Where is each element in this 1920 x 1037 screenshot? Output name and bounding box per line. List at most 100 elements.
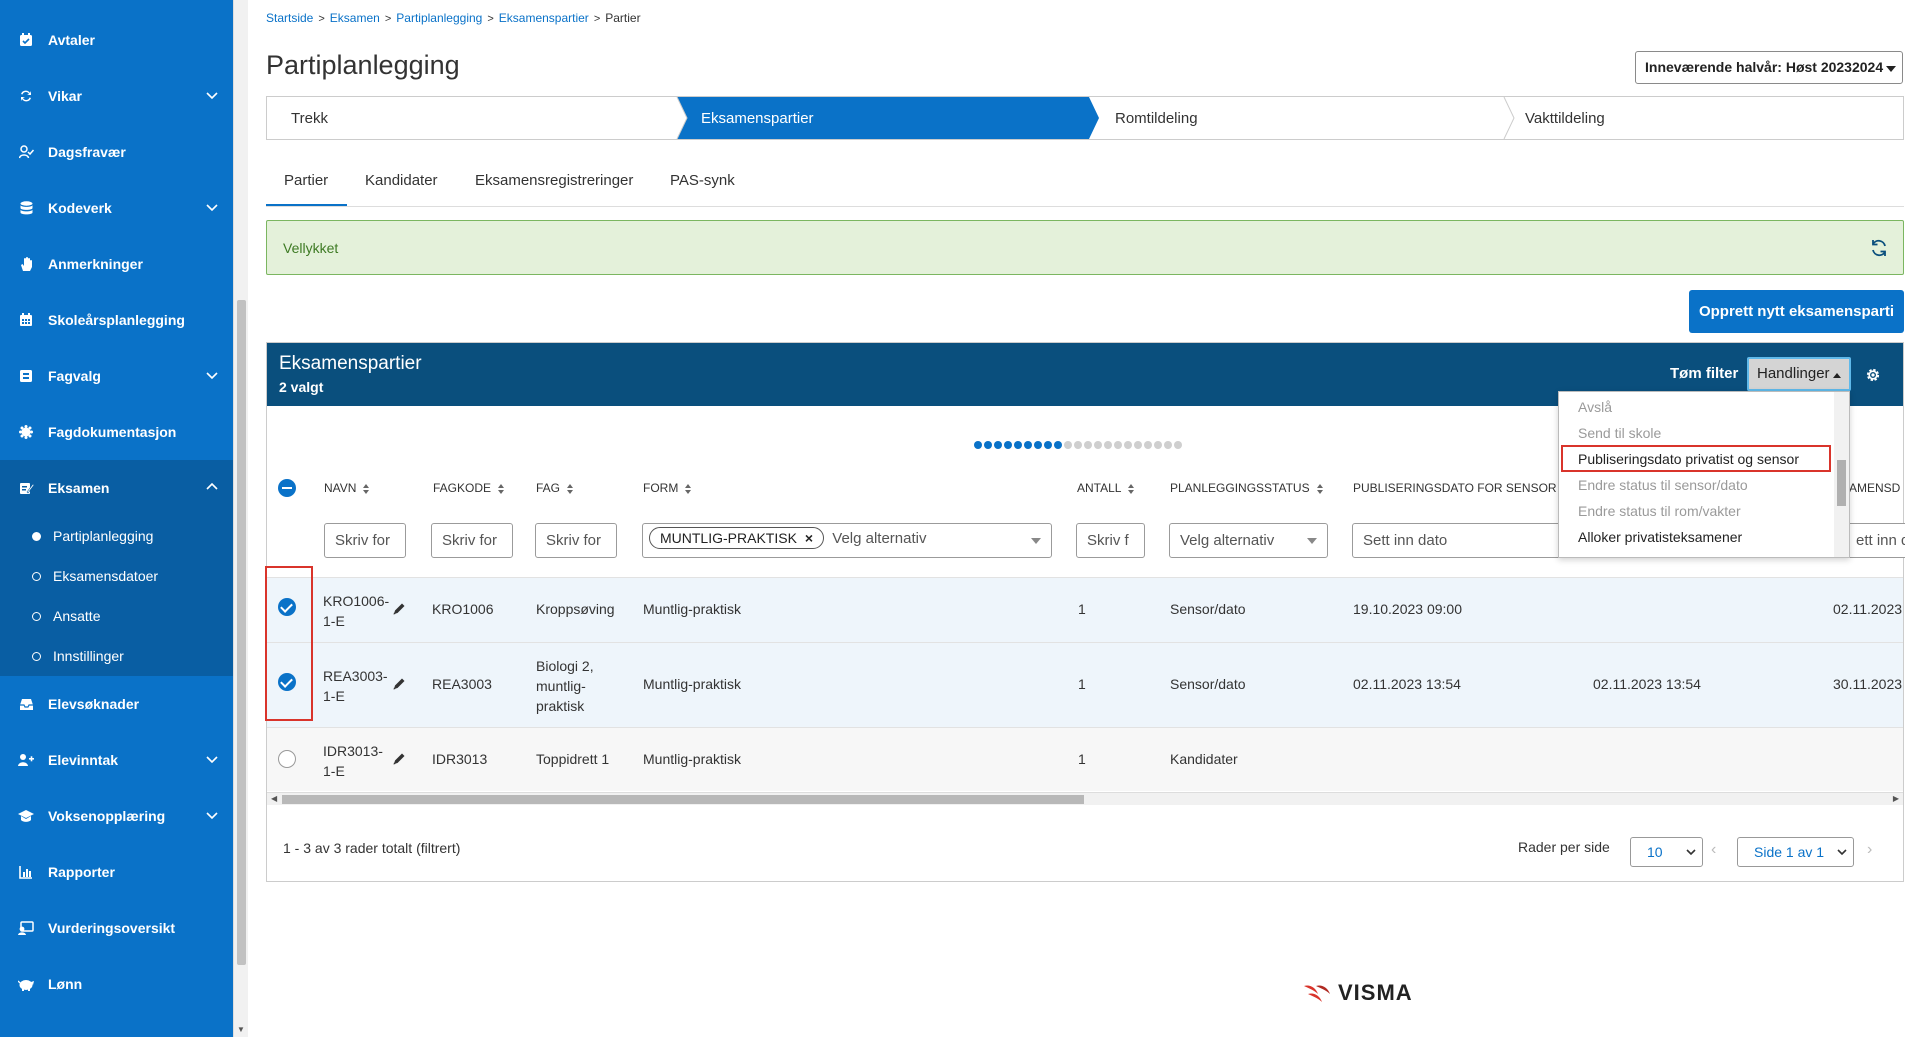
chevron-down-icon (1686, 849, 1696, 856)
column-header-antall[interactable]: ANTALL (1077, 481, 1135, 495)
filter-antall-input[interactable]: Skriv f (1076, 523, 1145, 558)
sidebar-item-kodeverk[interactable]: Kodeverk (0, 180, 233, 236)
column-header-navn[interactable]: NAVN (324, 481, 370, 495)
scrollbar-thumb[interactable] (1837, 460, 1846, 506)
filter-fag-input[interactable]: Skriv for (535, 523, 617, 558)
actions-dropdown[interactable]: Handlinger (1747, 357, 1851, 391)
scroll-right-icon[interactable]: ▶ (1893, 794, 1899, 803)
cell-text: praktisk (536, 698, 585, 714)
wizard-step-eksamenspartier[interactable]: Eksamenspartier (677, 97, 1087, 139)
chevron-down-icon (206, 92, 218, 100)
sidebar-item-vikar[interactable]: Vikar (0, 68, 233, 124)
sidebar-subitem-partiplanlegging[interactable]: Partiplanlegging (32, 528, 153, 544)
column-header-planleggingsstatus[interactable]: PLANLEGGINGSSTATUS (1170, 481, 1324, 495)
breadcrumb-link[interactable]: Eksamenspartier (499, 11, 589, 25)
filter-fagkode-input[interactable]: Skriv for (431, 523, 513, 558)
filter-eksamensdato-input[interactable]: ett inn d (1845, 523, 1905, 558)
sidebar-subitem-eksamensdatoer[interactable]: Eksamensdatoer (32, 568, 158, 584)
circle-icon (32, 651, 41, 661)
scroll-dot (1084, 441, 1092, 449)
row-count-info: 1 - 3 av 3 rader totalt (filtrert) (283, 840, 461, 856)
filter-placeholder: Velg alternativ (832, 530, 927, 547)
sidebar-item-dagsfravaer[interactable]: Dagsfravær (0, 124, 233, 180)
page-select[interactable]: Side 1 av 1 (1737, 837, 1854, 867)
chip-remove-icon[interactable]: × (805, 530, 813, 546)
sidebar-item-fagvalg[interactable]: Fagvalg (0, 348, 233, 404)
sidebar-item-voksenopplaering[interactable]: Voksenopplæring (0, 788, 233, 844)
sidebar-item-elevsoknader[interactable]: Elevsøknader (0, 676, 233, 732)
pencil-edit-icon[interactable] (392, 677, 406, 691)
sidebar-item-label: Avtaler (48, 32, 95, 48)
clear-filter-button[interactable]: Tøm filter (1670, 365, 1738, 382)
column-header-eksamensdato[interactable]: AMENSD (1849, 481, 1900, 495)
menu-item-send-til-skole[interactable]: Send til skole (1578, 425, 1661, 441)
table-row[interactable]: REA3003- 1-E REA3003 Biologi 2, muntlig-pr… (267, 643, 1903, 727)
scroll-dot (1094, 441, 1102, 449)
column-header-publiseringsdato[interactable]: PUBLISERINGSDATO FOR SENSOR (1353, 481, 1557, 495)
sidebar-subitem-ansatte[interactable]: Ansatte (32, 608, 100, 624)
table-row[interactable]: IDR3013- 1-E IDR3013 Toppidrett 1 Muntlig… (267, 728, 1903, 791)
table-row[interactable]: KRO1006- 1-E KRO1006 Kroppsøving Muntlig-… (267, 578, 1903, 642)
create-exam-party-button[interactable]: Opprett nytt eksamensparti (1689, 290, 1904, 333)
user-plus-icon (18, 752, 34, 768)
menu-item-endre-status-sensor[interactable]: Endre status til sensor/dato (1578, 477, 1748, 493)
tab-partier[interactable]: Partier (266, 165, 347, 206)
column-header-label: FAG (536, 481, 561, 495)
sidebar-item-eksamen[interactable]: Eksamen (0, 460, 233, 516)
filter-pubdato-input[interactable]: Sett inn dato (1352, 523, 1562, 558)
refresh-icon[interactable] (1869, 238, 1889, 258)
tab-eksamensregistreringer[interactable]: Eksamensregistreringer (475, 165, 633, 189)
sidebar-subitem-innstillinger[interactable]: Innstillinger (32, 648, 124, 664)
menu-scrollbar[interactable] (1834, 392, 1849, 557)
scroll-down-icon[interactable]: ▼ (237, 1025, 245, 1034)
row-checkbox[interactable] (278, 750, 296, 768)
sidebar-item-avtaler[interactable]: Avtaler (0, 12, 233, 68)
term-select[interactable]: Inneværende halvår: Høst 20232024 (1635, 51, 1903, 84)
sidebar-item-fagdokumentasjon[interactable]: Fagdokumentasjon (0, 404, 233, 460)
sidebar-item-skolearsplanlegging[interactable]: Skoleårsplanlegging (0, 292, 233, 348)
select-all-checkbox[interactable] (278, 479, 296, 497)
menu-item-endre-status-rom[interactable]: Endre status til rom/vakter (1578, 503, 1741, 519)
pencil-edit-icon[interactable] (392, 752, 406, 766)
breadcrumb-link[interactable]: Startside (266, 11, 313, 25)
sidebar-item-anmerkninger[interactable]: Anmerkninger (0, 236, 233, 292)
rows-per-page-select[interactable]: 10 (1630, 837, 1703, 867)
sidebar-item-label: Elevinntak (48, 752, 119, 768)
sidebar-item-lonn[interactable]: Lønn (0, 956, 233, 1012)
sort-icon (498, 483, 505, 494)
breadcrumb-link[interactable]: Eksamen (330, 11, 380, 25)
previous-page-button[interactable]: ‹ (1711, 841, 1716, 859)
scrollbar-thumb[interactable] (282, 795, 1084, 804)
gear-icon[interactable] (1864, 366, 1882, 384)
cell-status: Sensor/dato (1170, 601, 1246, 617)
scrollbar-thumb[interactable] (237, 300, 246, 965)
table-horizontal-scrollbar[interactable]: ◀ ▶ (267, 792, 1903, 805)
wizard-step-romtildeling[interactable]: Romtildeling (1091, 97, 1501, 139)
chart-icon (18, 864, 34, 880)
tab-pas-synk[interactable]: PAS-synk (670, 165, 735, 189)
wizard-step-vakttildeling[interactable]: Vakttildeling (1501, 97, 1901, 139)
menu-item-avsla[interactable]: Avslå (1578, 399, 1612, 415)
column-header-form[interactable]: FORM (643, 481, 692, 495)
pencil-edit-icon[interactable] (392, 602, 406, 616)
column-header-fagkode[interactable]: FAGKODE (433, 481, 505, 495)
tab-label: PAS-synk (670, 172, 735, 189)
menu-item-publiseringsdato[interactable]: Publiseringsdato privatist og sensor (1578, 451, 1799, 467)
menu-item-alloker[interactable]: Alloker privatisteksamener (1578, 529, 1742, 545)
scroll-left-icon[interactable]: ◀ (271, 794, 277, 803)
selection-highlight-box (265, 566, 313, 721)
sidebar-item-vurderingsoversikt[interactable]: Vurderingsoversikt (0, 900, 233, 956)
gear-flower-icon (18, 424, 34, 440)
filter-form-multiselect[interactable]: MUNTLIG-PRAKTISK × Velg alternativ (642, 523, 1052, 558)
wizard-step-trekk[interactable]: Trekk (267, 97, 677, 139)
scroll-dot (984, 441, 992, 449)
next-page-button[interactable]: › (1867, 841, 1872, 859)
sidebar-scrollbar[interactable]: ▼ (233, 0, 248, 1037)
filter-status-select[interactable]: Velg alternativ (1169, 523, 1328, 558)
sidebar-item-elevinntak[interactable]: Elevinntak (0, 732, 233, 788)
tab-kandidater[interactable]: Kandidater (365, 165, 438, 189)
column-header-fag[interactable]: FAG (536, 481, 574, 495)
filter-navn-input[interactable]: Skriv for (324, 523, 406, 558)
sidebar-item-rapporter[interactable]: Rapporter (0, 844, 233, 900)
breadcrumb-link[interactable]: Partiplanlegging (396, 11, 482, 25)
